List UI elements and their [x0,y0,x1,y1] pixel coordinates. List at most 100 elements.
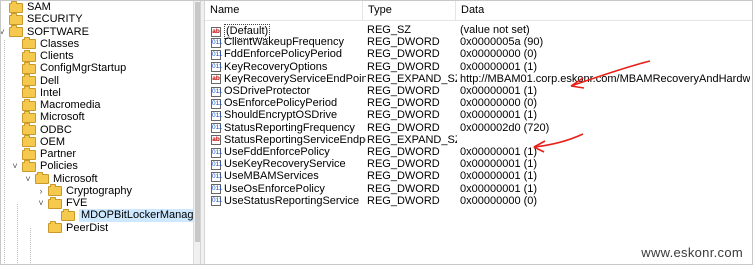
dword-value-icon: 011 [211,184,223,195]
column-header-data[interactable]: Data [456,0,753,20]
value-name: StatusReportingFrequency [224,121,355,134]
column-header-name[interactable]: Name [205,0,362,20]
tree-item[interactable]: ˅ Policies [11,159,78,173]
registry-value-row[interactable]: 011 UseOsEnforcePolicy REG_DWORD 0x00000001… [205,183,753,196]
value-type: REG_DWORD [367,146,440,158]
chevron-down-icon[interactable]: ˅ [37,197,45,210]
value-type: REG_EXPAND_SZ [367,72,457,85]
registry-value-row[interactable]: 011 UseStatusReportingService REG_DWORD 0x0… [205,195,753,208]
registry-value-row[interactable]: 011 UseMBAMServices REG_DWORD 0x00000001 (1… [205,170,753,183]
value-name: UseMBAMServices [224,170,319,183]
tree-item[interactable]: ˅ SOFTWARE [0,25,89,39]
registry-value-row[interactable]: ab KeyRecoveryServiceEndPoint REG_EXPAND_S… [205,73,753,86]
value-name: OSDriveProtector [224,85,311,97]
value-type: REG_DWORD [367,194,440,207]
registry-value-row[interactable]: 011 UseFddEnforcePolicy REG_DWORD 0x0000000… [205,146,753,159]
value-data: http://MBAM01.corp.eskonr.com/MBAMRecove… [460,72,750,85]
tree-item[interactable]: Intel [11,86,61,100]
value-name-cell: 011 UseStatusReportingService [211,195,366,208]
tree-item[interactable]: › Cryptography [37,184,132,198]
value-type: REG_DWORD [367,60,440,73]
value-data: 0x00000001 (1) [460,85,538,97]
tree-item-label: Macromedia [40,99,101,111]
value-name-cell: 011 ShouldEncryptOSDrive [211,109,366,122]
tree-item[interactable]: Clients [11,49,74,63]
value-name-cell: 011 ClientWakeupFrequency [211,36,366,49]
registry-value-row[interactable]: 011 StatusReportingFrequency REG_DWORD 0x00… [205,122,753,135]
chevron-right-icon[interactable]: › [37,185,45,198]
folder-icon [48,184,62,197]
value-name: UseFddEnforcePolicy [224,146,330,158]
tree-vertical-scrollbar[interactable] [193,0,200,265]
registry-value-row[interactable]: ab (Default) REG_SZ (value not set) [205,24,753,39]
tree-item-label: SAM [27,1,51,13]
value-name: ShouldEncryptOSDrive [224,109,338,122]
folder-icon [9,0,23,13]
value-type: REG_EXPAND_SZ [367,133,457,146]
tree-guide-line [4,40,5,265]
tree-item-label: PeerDist [66,221,109,234]
registry-value-row[interactable]: 011 OSDriveProtector REG_DWORD 0x00000001 (… [205,85,753,98]
value-data: 0x000002d0 (720) [460,121,550,134]
tree-item[interactable]: ˅ FVE [37,196,87,210]
dword-value-icon: 011 [211,37,223,48]
tree-item-label: Microsoft [53,172,98,185]
tree-item-label: SOFTWARE [27,25,89,38]
registry-value-row[interactable]: 011 FddEnforcePolicyPeriod REG_DWORD 0x0000… [205,48,753,61]
list-header: Name Type Data [205,0,753,21]
value-type: REG_DWORD [367,36,440,49]
tree-item[interactable]: OEM [11,135,66,149]
tree-item[interactable]: PeerDist [37,221,109,235]
tree-item-label: Dell [40,74,59,87]
tree-item[interactable]: Dell [11,74,59,88]
tree-item[interactable]: MDOPBitLockerManagement [50,208,200,223]
value-data: 0x00000001 (1) [460,109,538,122]
dword-value-icon: 011 [211,147,223,158]
watermark: www.eskonr.com [641,245,743,260]
value-name-cell: 011 StatusReportingFrequency [211,122,366,135]
tree-item-label: Classes [40,37,80,50]
string-value-icon: ab [211,135,221,146]
dword-value-icon: 011 [211,196,223,207]
folder-icon [22,61,36,74]
value-name-cell: 011 OsEnforcePolicyPeriod [211,97,366,110]
registry-value-row[interactable]: 011 KeyRecoveryOptions REG_DWORD 0x00000001… [205,61,753,74]
chevron-down-icon[interactable]: ˅ [11,160,19,173]
string-value-icon: ab [211,26,221,37]
folder-icon [22,98,36,111]
tree-item-label: OEM [40,135,66,148]
value-type: REG_DWORD [367,48,440,61]
tree-item[interactable]: Partner [11,147,76,161]
value-name-cell: 011 UseKeyRecoveryService [211,158,366,171]
dword-value-icon: 011 [211,159,223,170]
value-name-cell: 011 UseOsEnforcePolicy [211,183,366,196]
registry-value-row[interactable]: 011 ShouldEncryptOSDrive REG_DWORD 0x000000… [205,109,753,122]
value-type: REG_DWORD [367,121,440,134]
dword-value-icon: 011 [211,98,223,109]
registry-value-row[interactable]: 011 UseKeyRecoveryService REG_DWORD 0x00000… [205,158,753,171]
registry-value-row[interactable]: 011 ClientWakeupFrequency REG_DWORD 0x00000… [205,36,753,49]
chevron-down-icon[interactable]: ˅ [24,173,32,186]
value-type: REG_DWORD [367,85,440,97]
tree-item[interactable]: SAM [0,0,51,14]
column-header-type[interactable]: Type [363,0,455,20]
value-data: 0x00000001 (1) [460,170,538,183]
dword-value-icon: 011 [211,110,223,121]
tree-item[interactable]: Microsoft [11,110,85,124]
registry-value-row[interactable]: abStatusReportingServiceEndpointREG_EXPA… [205,134,753,147]
value-name: UseStatusReportingService [224,194,360,207]
value-name-cell: 011 FddEnforcePolicyPeriod [211,48,366,61]
registry-value-row[interactable]: 011 OsEnforcePolicyPeriod REG_DWORD 0x00000… [205,97,753,110]
value-name: KeyRecoveryOptions [224,60,328,73]
tree-item[interactable]: ODBC [11,123,72,137]
value-name: KeyRecoveryServiceEndPoint [224,72,366,85]
value-name: UseKeyRecoveryService [224,158,346,171]
folder-icon [22,74,36,86]
folder-icon [9,12,23,25]
folder-icon [22,123,36,135]
tree-item[interactable]: ˅ Microsoft [24,172,98,186]
value-name-cell: abStatusReportingServiceEndpoint [211,134,366,147]
tree-item[interactable]: Classes [11,37,80,51]
chevron-down-icon[interactable]: ˅ [0,26,6,39]
value-type: REG_DWORD [367,158,440,171]
